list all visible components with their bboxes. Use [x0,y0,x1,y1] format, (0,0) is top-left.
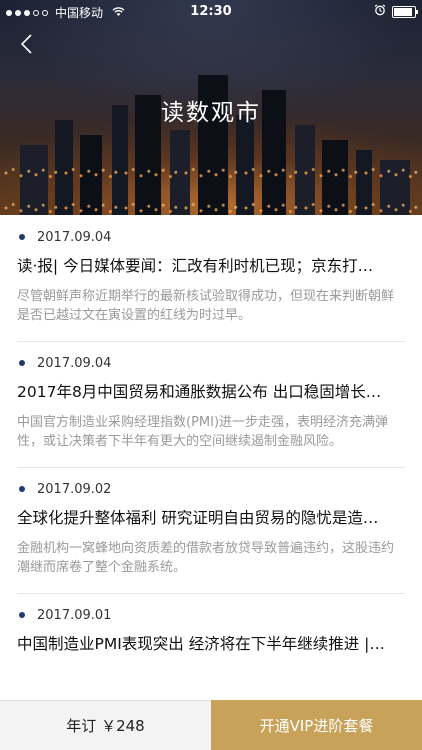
bullet-dot [19,234,25,240]
status-bar: 中国移动 12:30 [0,0,422,22]
alarm-icon [374,4,386,19]
article-date: 2017.09.01 [37,607,112,623]
article-item[interactable]: 2017.09.02 全球化提升整体福利 研究证明自由贸易的隐忧是造… 金融机构… [0,467,422,593]
vip-upgrade-button[interactable]: 开通VIP进阶套餐 [211,700,422,750]
status-time: 12:30 [190,4,232,19]
article-title: 中国制造业PMI表现突出 经济将在下半年继续推进 |… [17,635,385,653]
status-right [374,4,418,19]
article-list: 2017.09.04 读·报| 今日媒体要闻：汇改有利时机已现；京东打… 尽管朝… [0,215,422,700]
page-title: 读数观市 [161,100,261,126]
article-summary: 中国官方制造业采购经理指数(PMI)进一步走强，表明经济充满弹性，或让决策者下半… [17,415,389,449]
article-summary: 金融机构一窝蜂地向资质差的借款者放贷导致普遍违约，这股违约潮继而席卷了整个金融系… [17,541,395,575]
article-title: 全球化提升整体福利 研究证明自由贸易的隐忧是造… [17,509,379,527]
hero-banner: 中国移动 12:30 读数观市 [0,0,422,215]
article-date: 2017.09.04 [37,355,112,371]
city-lights [0,145,422,215]
article-date-row: 2017.09.01 [17,607,405,623]
article-date-row: 2017.09.04 [17,355,405,371]
article-title: 读·报| 今日媒体要闻：汇改有利时机已现；京东打… [17,257,374,275]
article-summary: 尽管朝鲜声称近期举行的最新核试验取得成功，但现在来判断朝鲜是否已越过文在寅设置的… [17,289,395,323]
article-date: 2017.09.02 [37,481,112,497]
article-item[interactable]: 2017.09.01 中国制造业PMI表现突出 经济将在下半年继续推进 |… [0,593,422,671]
annual-subscription-button[interactable]: 年订 ￥248 [0,700,211,750]
chevron-left-icon [20,34,32,54]
battery-icon [392,5,418,18]
article-date-row: 2017.09.02 [17,481,405,497]
article-item[interactable]: 2017.09.04 2017年8月中国贸易和通胀数据公布 出口稳固增长… 中国… [0,341,422,467]
bullet-dot [19,486,25,492]
article-date-row: 2017.09.04 [17,229,405,245]
article-item[interactable]: 2017.09.04 读·报| 今日媒体要闻：汇改有利时机已现；京东打… 尽管朝… [0,215,422,341]
article-date: 2017.09.04 [37,229,112,245]
back-button[interactable] [16,32,40,56]
article-title: 2017年8月中国贸易和通胀数据公布 出口稳固增长… [17,383,382,401]
bullet-dot [19,360,25,366]
bottom-bar: 年订 ￥248 开通VIP进阶套餐 [0,700,422,750]
bullet-dot [19,612,25,618]
